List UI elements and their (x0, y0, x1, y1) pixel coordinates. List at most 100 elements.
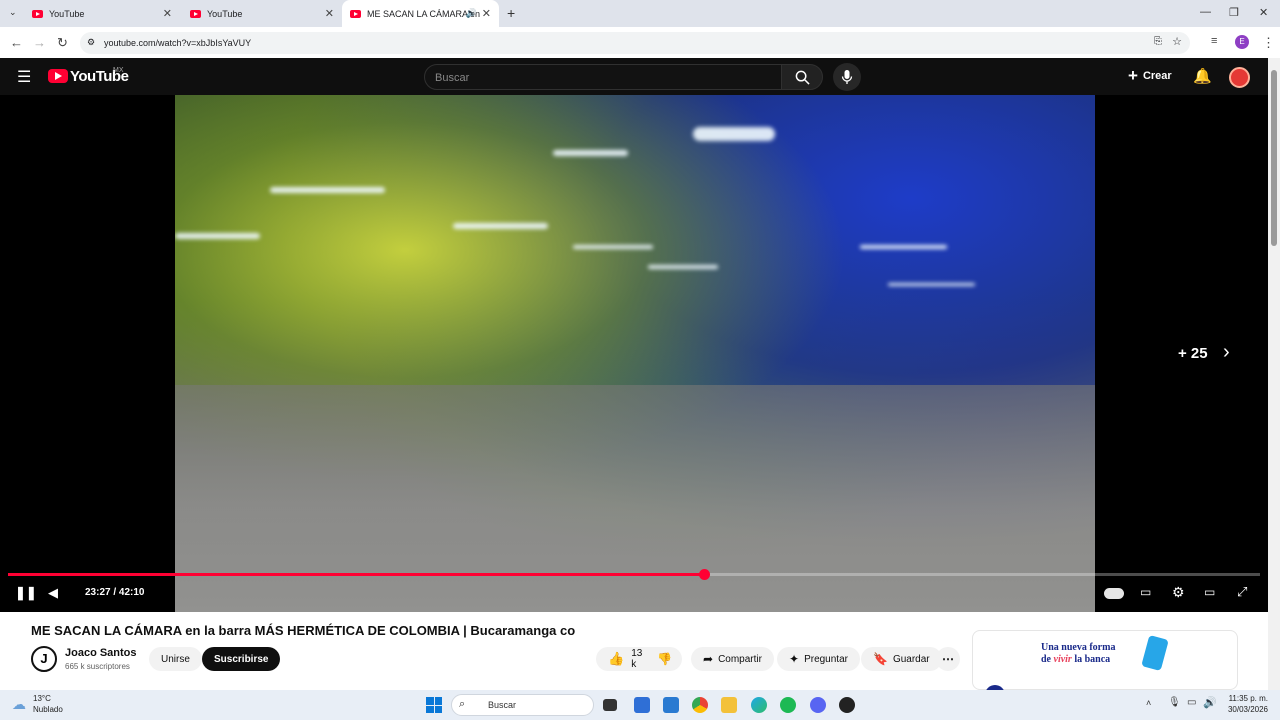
address-bar-row: ← → ↻ ⚙ youtube.com/watch?v=xbJbIsYaVUY … (0, 27, 1280, 58)
pause-icon[interactable]: ❚❚ (15, 585, 37, 601)
sparkle-icon: ✦ (789, 652, 800, 666)
task-view-icon[interactable] (603, 699, 617, 711)
create-button[interactable]: + Crear (1128, 66, 1172, 85)
browser-tab-2[interactable]: YouTube ✕ (182, 0, 342, 27)
chevron-right-icon[interactable]: › (1223, 341, 1230, 364)
speaker-icon[interactable]: 🔊 (466, 8, 477, 19)
close-icon[interactable]: ✕ (482, 7, 491, 20)
channel-avatar[interactable]: J (31, 646, 57, 672)
microphone-icon (841, 70, 853, 84)
more-actions-button[interactable]: ⋯ (936, 647, 960, 671)
like-count[interactable]: 13 k (631, 648, 642, 670)
subscriber-count: 665 k suscriptores (65, 662, 130, 671)
join-button[interactable]: Unirse (149, 647, 202, 671)
light-streak (888, 283, 975, 286)
cloud-weather-icon[interactable]: ☁ (12, 696, 26, 713)
ask-button[interactable]: ✦ Preguntar (777, 647, 860, 671)
autoplay-toggle[interactable] (1104, 588, 1124, 599)
ad-line-1: Una nueva forma (1041, 642, 1116, 653)
settings-gear-icon[interactable]: ⚙ (1172, 584, 1185, 601)
search-button[interactable] (781, 64, 823, 90)
kebab-menu-icon[interactable]: ⋮ (1262, 35, 1275, 51)
chevron-up-icon[interactable]: ˄ (1146, 698, 1151, 708)
volume-icon[interactable]: ◀ (48, 585, 58, 601)
browser-tab-strip: ⌄ YouTube ✕ YouTube ✕ ME SACAN LA CÁMARA… (0, 0, 1280, 27)
url-text: youtube.com/watch?v=xbJbIsYaVUY (104, 38, 252, 48)
store-icon[interactable] (634, 697, 650, 713)
browser-tab-1[interactable]: YouTube ✕ (24, 0, 180, 27)
spotify-icon[interactable] (780, 697, 796, 713)
outlook-icon[interactable] (663, 697, 679, 713)
page-scrollbar[interactable] (1268, 58, 1280, 690)
edge-icon[interactable] (751, 697, 767, 713)
site-info-icon[interactable]: ⚙ (87, 37, 95, 48)
hamburger-menu-icon[interactable]: ☰ (17, 67, 31, 87)
save-label: Guardar (892, 653, 930, 665)
tab-search-icon[interactable]: ⌄ (9, 7, 17, 18)
video-frame[interactable] (175, 95, 1095, 612)
back-icon[interactable]: ← (10, 35, 23, 50)
weather-temp[interactable]: 13°C (33, 694, 51, 703)
skip-forward-label[interactable]: + 25 (1178, 345, 1208, 362)
account-avatar[interactable] (1229, 67, 1250, 88)
search-input[interactable]: Buscar (424, 64, 782, 90)
microphone-icon[interactable]: 🎙 (1168, 697, 1181, 708)
restore-icon[interactable]: ❐ (1229, 6, 1239, 19)
theater-mode-icon[interactable]: ▭ (1204, 585, 1215, 599)
share-button[interactable]: ➦ Compartir (691, 647, 774, 671)
reload-icon[interactable]: ↻ (57, 35, 68, 51)
time-display: 23:27 / 42:10 (85, 587, 145, 598)
new-tab-icon[interactable]: + (507, 5, 515, 21)
progress-bar[interactable] (8, 569, 1260, 580)
share-label: Compartir (718, 653, 762, 665)
volume-icon[interactable]: 🔊 (1203, 696, 1217, 709)
light-streak (693, 127, 775, 141)
windows-start-icon[interactable] (426, 697, 442, 713)
close-icon[interactable]: ✕ (325, 7, 334, 20)
bookmark-star-icon[interactable]: ☆ (1172, 35, 1182, 48)
channel-name[interactable]: Joaco Santos (65, 647, 137, 659)
windows-taskbar: ☁ 13°C Nublado ⌕ Buscar ˄ 🎙 ▭ 🔊 11:35 p.… (0, 690, 1280, 720)
video-player[interactable]: + 25 › ❚❚ ◀ 23:27 / 42:10 ▭ ⚙ ▭ ⤢ (0, 95, 1268, 612)
clock-date[interactable]: 30/03/2026 (1226, 705, 1268, 714)
notifications-bell-icon[interactable]: 🔔 (1193, 67, 1212, 85)
chrome-icon[interactable] (692, 697, 708, 713)
light-streak (175, 233, 260, 239)
region-code: MX (113, 67, 124, 74)
close-window-icon[interactable]: ✕ (1259, 6, 1268, 19)
profile-avatar[interactable]: E (1235, 35, 1249, 49)
media-controls-icon[interactable]: ≡ (1211, 35, 1217, 47)
subtitles-icon[interactable]: ▭ (1140, 585, 1151, 599)
thumbs-down-icon[interactable]: 👎 (657, 652, 672, 666)
scrollbar-thumb[interactable] (1271, 70, 1277, 246)
file-explorer-icon[interactable] (721, 697, 737, 713)
join-label: Unirse (161, 653, 190, 665)
ad-banner[interactable]: Una nueva forma de vivir la banca (972, 630, 1238, 705)
minimize-icon[interactable]: — (1200, 6, 1211, 18)
app-icon[interactable] (839, 697, 855, 713)
share-arrow-icon: ➦ (703, 652, 714, 666)
search-icon: ⌕ (459, 698, 466, 710)
install-icon[interactable]: ⎘ (1154, 36, 1162, 47)
road-surface (175, 385, 1095, 612)
voice-search-button[interactable] (833, 63, 861, 91)
save-button[interactable]: 🔖 Guardar (861, 647, 942, 671)
network-icon[interactable]: ▭ (1187, 697, 1196, 708)
url-field[interactable]: ⚙ youtube.com/watch?v=xbJbIsYaVUY ⎘ ☆ (80, 32, 1190, 54)
plus-icon: + (1128, 66, 1138, 85)
ask-label: Preguntar (804, 653, 848, 665)
thumbs-up-icon[interactable]: 👍 (608, 651, 624, 667)
ad-line-2: de vivir la banca (1041, 654, 1111, 665)
subscribe-button[interactable]: Suscribirse (202, 647, 281, 671)
fullscreen-icon[interactable]: ⤢ (1237, 584, 1247, 600)
close-icon[interactable]: ✕ (163, 7, 172, 20)
browser-tab-3[interactable]: ME SACAN LA CÁMARA en 🔊 ✕ (342, 0, 499, 27)
light-streak (453, 223, 548, 229)
clock-time[interactable]: 11:35 p. m. (1226, 694, 1268, 703)
like-dislike-group: 👍 13 k 👎 (596, 647, 682, 671)
discord-icon[interactable] (810, 697, 826, 713)
forward-icon[interactable]: → (33, 35, 46, 50)
youtube-logo-icon[interactable] (48, 69, 68, 83)
weather-desc[interactable]: Nublado (33, 705, 63, 714)
taskbar-search-input[interactable]: ⌕ Buscar (451, 694, 594, 716)
